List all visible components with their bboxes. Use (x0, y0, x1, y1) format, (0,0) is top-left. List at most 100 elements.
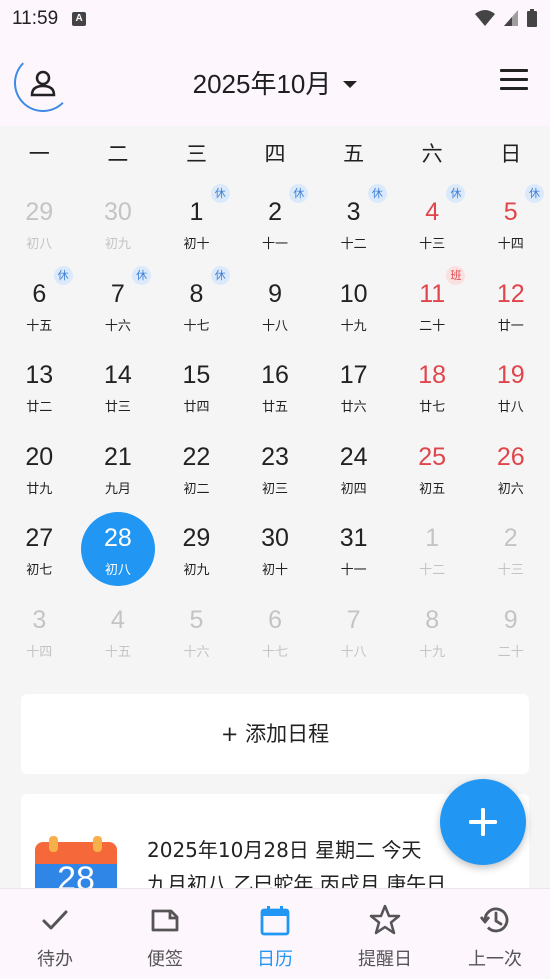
nav-item-last-time[interactable]: 上一次 (440, 889, 550, 979)
calendar-day[interactable]: 7 十六休 (79, 264, 158, 346)
menu-button[interactable] (500, 69, 528, 91)
day-number: 30 (103, 198, 132, 226)
calendar-day[interactable]: 7 十八 (314, 590, 393, 672)
day-number: 31 (339, 524, 368, 552)
calendar-day[interactable]: 27 初七 (0, 508, 79, 590)
calendar-day[interactable]: 8 十七休 (157, 264, 236, 346)
calendar-day[interactable]: 31 十一 (314, 508, 393, 590)
calendar-day[interactable]: 29 初九 (157, 508, 236, 590)
calendar-day[interactable]: 8 十九 (393, 590, 472, 672)
day-number: 9 (503, 605, 518, 634)
menu-icon-bar (500, 78, 528, 81)
calendar-day[interactable]: 23 初三 (236, 427, 315, 509)
calendar-day[interactable]: 5 十六 (157, 590, 236, 672)
lunar-date: 十四 (26, 644, 53, 660)
lunar-date: 廿八 (497, 400, 524, 415)
note-icon (151, 909, 179, 932)
month-title: 2025年10月 (192, 69, 332, 99)
day-number: 19 (496, 361, 525, 389)
weekday-label: 日 (500, 142, 522, 166)
calendar-day[interactable]: 14 廿三 (79, 345, 158, 427)
nav-item-reminder[interactable]: 提醒日 (330, 889, 440, 979)
calendar-day[interactable]: 3 十二 休 (314, 182, 393, 264)
calendar-day[interactable]: 16 廿五 (236, 345, 315, 427)
calendar-day[interactable]: 2 十一休 (236, 182, 315, 264)
calendar-day[interactable]: 4 十五 (79, 590, 158, 672)
calendar-day[interactable]: 21 九月 (79, 427, 158, 509)
calendar-day[interactable]: 17 廿六 (314, 345, 393, 427)
calendar-day[interactable]: 18 廿七 (393, 345, 472, 427)
menu-icon-bar (500, 87, 528, 90)
lunar-date: 十五 (26, 318, 53, 334)
lunar-date: 十七 (262, 644, 289, 660)
lunar-date: 二十 (419, 318, 446, 334)
menu-icon-bar (500, 69, 528, 72)
lunar-date: 初六 (497, 481, 524, 497)
calendar-day[interactable]: 12 廿一 (471, 264, 550, 346)
day-number: 29 (182, 524, 211, 552)
calendar-day[interactable]: 13 廿二 (0, 345, 79, 427)
calendar-day[interactable]: 3 十四 (0, 590, 79, 672)
weekday-label: 三 (185, 142, 207, 166)
calendar-day[interactable]: 6 十五休 (0, 264, 79, 346)
lunar-date: 二十 (497, 644, 524, 660)
nav-item-notes[interactable]: 便签 (110, 889, 220, 979)
workday-badge: 班 (446, 265, 466, 285)
calendar-day-today[interactable]: 28 初八 (79, 508, 158, 590)
nav-label: 便签 (147, 949, 183, 970)
nav-item-todo[interactable]: 待办 (0, 889, 110, 979)
lunar-date: 十二 (419, 563, 446, 578)
calendar-day[interactable]: 1 十二 (393, 508, 472, 590)
calendar-day[interactable]: 2 十三 (471, 508, 550, 590)
add-schedule-button[interactable]: + 添加日程 (21, 694, 529, 774)
calendar-day[interactable]: 4 十三休 (393, 182, 472, 264)
app-notification-icon: A (72, 12, 87, 26)
lunar-date: 十二 (340, 237, 367, 252)
day-number: 22 (182, 442, 211, 471)
lunar-date: 廿九 (26, 481, 53, 497)
calendar-day[interactable]: 22 初二 (157, 427, 236, 509)
calendar-day[interactable]: 9 二十 (471, 590, 550, 672)
holiday-badge: 休 (210, 184, 230, 203)
lunar-date: 十一 (262, 237, 289, 252)
lunar-date: 十一 (340, 563, 367, 578)
caret-down-icon (343, 80, 358, 88)
calendar-day[interactable]: 6 十七 (236, 590, 315, 672)
month-selector[interactable]: 2025年10月 (0, 64, 550, 101)
battery-icon (527, 9, 537, 27)
calendar-day[interactable]: 25 初五 (393, 427, 472, 509)
calendar-day[interactable]: 30 初十 (236, 508, 315, 590)
lunar-date: 初八 (26, 237, 53, 252)
calendar-day[interactable]: 20 廿九 (0, 427, 79, 509)
lunar-date: 初八 (104, 563, 131, 578)
weekday-label: 一 (28, 142, 50, 166)
calendar-day[interactable]: 5 十四 休 (471, 182, 550, 264)
calendar-day[interactable]: 30 初九 (79, 182, 158, 264)
calendar-day[interactable]: 24 初四 (314, 427, 393, 509)
calendar-day[interactable]: 29 初八 (0, 182, 79, 264)
lunar-date: 初十 (262, 563, 289, 578)
calendar-day[interactable]: 10 十九 (314, 264, 393, 346)
nav-label: 上一次 (468, 949, 522, 970)
history-icon (479, 907, 509, 933)
day-number: 15 (182, 361, 211, 389)
lunar-date: 十七 (183, 318, 210, 334)
lunar-date: 十六 (104, 318, 131, 334)
day-number: 18 (418, 361, 447, 389)
lunar-date: 初九 (104, 237, 131, 252)
calendar-day[interactable]: 9 十八 (236, 264, 315, 346)
day-number: 8 (425, 605, 440, 634)
calendar-day[interactable]: 26 初六 (471, 427, 550, 509)
calendar-day[interactable]: 1 初十休 (157, 182, 236, 264)
add-fab-button[interactable] (440, 779, 526, 865)
lunar-date: 初五 (419, 481, 446, 497)
day-number: 4 (110, 605, 125, 634)
day-number: 2 (268, 198, 282, 226)
calendar-day[interactable]: 19 廿八 (471, 345, 550, 427)
status-icons (474, 8, 538, 28)
calendar-day[interactable]: 15 廿四 (157, 345, 236, 427)
calendar-week-row: 20 廿九 21 九月 22 初二 23 初三 24 初四 25 初五 26 初六 (0, 427, 550, 509)
lunar-date: 廿四 (183, 400, 210, 415)
calendar-day[interactable]: 11 二十班 (393, 264, 472, 346)
nav-item-calendar[interactable]: 日历 (220, 889, 330, 979)
